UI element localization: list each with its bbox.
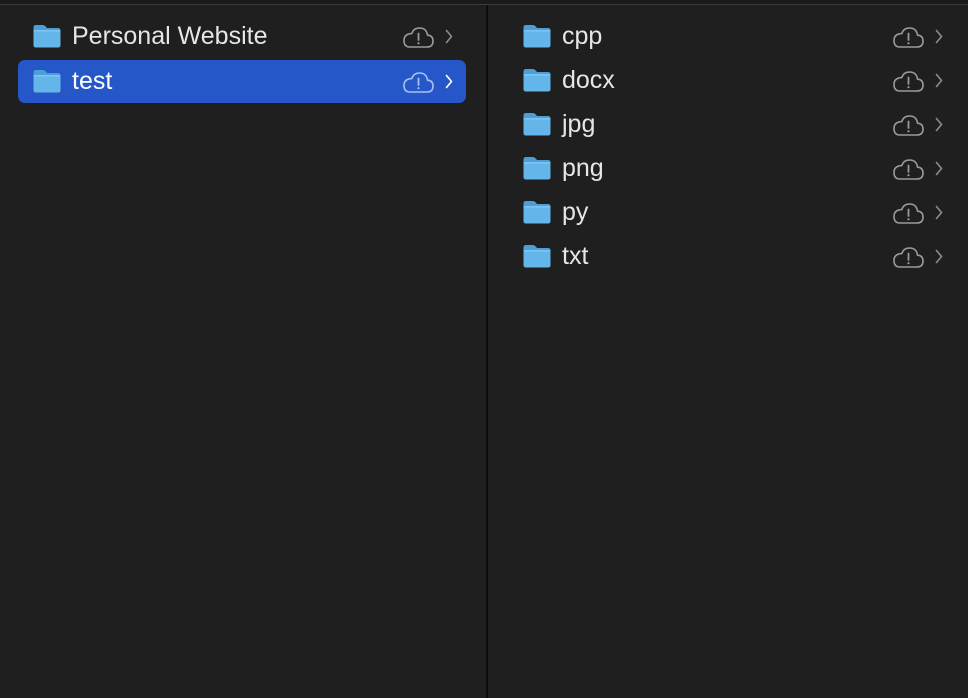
folder-icon (522, 23, 552, 49)
chevron-right-icon (934, 248, 944, 265)
cloud-alert-icon[interactable] (401, 24, 435, 50)
cloud-alert-icon[interactable] (891, 112, 925, 138)
finder-column-view: Personal Website test cpp docx jpg png p… (0, 0, 968, 698)
folder-icon (32, 23, 62, 49)
item-label: cpp (562, 22, 603, 50)
cloud-alert-icon[interactable] (891, 68, 925, 94)
cloud-alert-icon[interactable] (891, 200, 925, 226)
item-label: jpg (562, 110, 596, 138)
cloud-alert-icon[interactable] (891, 24, 925, 50)
chevron-right-icon (444, 28, 454, 45)
column-right[interactable]: cpp docx jpg png py txt (488, 5, 968, 698)
list-item-png[interactable]: png (508, 147, 956, 190)
list-item-docx[interactable]: docx (508, 59, 956, 102)
item-label: png (562, 154, 604, 182)
list-item-test[interactable]: test (18, 60, 466, 103)
chevron-right-icon (934, 116, 944, 133)
folder-icon (522, 67, 552, 93)
item-label: txt (562, 242, 589, 270)
column-left[interactable]: Personal Website test (0, 5, 486, 698)
list-item-cpp[interactable]: cpp (508, 15, 956, 58)
folder-icon (522, 155, 552, 181)
folder-icon (522, 111, 552, 137)
folder-icon (522, 243, 552, 269)
folder-icon (32, 68, 62, 94)
folder-icon (522, 199, 552, 225)
item-label: py (562, 198, 589, 226)
chevron-right-icon (934, 72, 944, 89)
list-item-txt[interactable]: txt (508, 235, 956, 278)
chevron-right-icon (444, 73, 454, 90)
cloud-alert-icon[interactable] (891, 244, 925, 270)
chevron-right-icon (934, 160, 944, 177)
item-label: docx (562, 66, 615, 94)
cloud-alert-icon[interactable] (891, 156, 925, 182)
item-label: Personal Website (72, 22, 268, 50)
chevron-right-icon (934, 28, 944, 45)
item-label: test (72, 67, 113, 95)
chevron-right-icon (934, 204, 944, 221)
cloud-alert-icon[interactable] (401, 69, 435, 95)
list-item-personal-website[interactable]: Personal Website (18, 15, 466, 58)
list-item-jpg[interactable]: jpg (508, 103, 956, 146)
list-item-py[interactable]: py (508, 191, 956, 234)
